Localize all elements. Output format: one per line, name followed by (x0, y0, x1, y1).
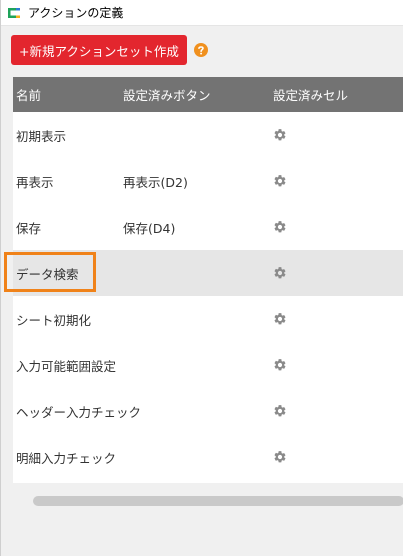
row-configured-cell (269, 128, 403, 142)
row-configured-button: 保存(D4) (123, 220, 176, 236)
row-name: 再表示 (16, 174, 54, 190)
table-row[interactable]: 初期表示 (13, 112, 403, 158)
table-row[interactable]: ヘッダー入力チェック (13, 388, 403, 434)
row-name: データ検索 (16, 266, 79, 282)
table-row[interactable]: 明細入力チェック (13, 434, 403, 480)
row-configured-cell (269, 404, 403, 418)
toolbar: +新規アクションセット作成 (11, 35, 208, 65)
row-name: シート初期化 (16, 312, 92, 328)
column-header-configured-cells[interactable]: 設定済みセル (269, 85, 403, 104)
row-name: 保存 (16, 220, 42, 236)
title-bar: アクションの定義 (1, 0, 403, 26)
action-set-grid: 名前 設定済みボタン 設定済みセル 初期表示再表示 再表示(D2) 保存 保存(D4)… (13, 77, 403, 483)
table-row[interactable]: データ検索 (13, 250, 403, 296)
row-name: 明細入力チェック (16, 450, 117, 466)
row-configured-cell (269, 312, 403, 326)
table-row[interactable]: シート初期化 (13, 296, 403, 342)
app-logo-icon (8, 7, 20, 18)
help-circle-icon[interactable] (193, 43, 208, 57)
grid-body: 初期表示再表示 再表示(D2) 保存 保存(D4) データ検索シート初期化入力可能範囲設… (13, 112, 403, 480)
gear-icon[interactable] (273, 312, 287, 326)
horizontal-scrollbar-thumb[interactable] (33, 496, 403, 506)
row-configured-cell (269, 220, 403, 234)
row-configured-cell (269, 266, 403, 280)
row-name: 入力可能範囲設定 (16, 358, 117, 374)
row-configured-cell (269, 174, 403, 188)
table-row[interactable]: 入力可能範囲設定 (13, 342, 403, 388)
gear-icon[interactable] (273, 220, 287, 234)
row-configured-button: 再表示(D2) (123, 174, 188, 190)
window-title: アクションの定義 (28, 6, 124, 20)
row-configured-cell (269, 358, 403, 372)
gear-icon[interactable] (273, 266, 287, 280)
gear-icon[interactable] (273, 404, 287, 418)
gear-icon[interactable] (273, 358, 287, 372)
table-row[interactable]: 再表示 再表示(D2) (13, 158, 403, 204)
row-name: 初期表示 (16, 128, 67, 144)
new-action-set-button[interactable]: +新規アクションセット作成 (11, 35, 187, 65)
row-name: ヘッダー入力チェック (16, 404, 142, 420)
column-header-configured-buttons[interactable]: 設定済みボタン (121, 85, 269, 104)
gear-icon[interactable] (273, 128, 287, 142)
grid-header: 名前 設定済みボタン 設定済みセル (13, 77, 403, 112)
gear-icon[interactable] (273, 174, 287, 188)
gear-icon[interactable] (273, 450, 287, 464)
column-header-name[interactable]: 名前 (13, 85, 121, 104)
action-definition-window: アクションの定義 +新規アクションセット作成 名前 設定済みボタン 設定済みセル… (0, 0, 403, 556)
horizontal-scrollbar[interactable] (13, 494, 403, 508)
table-row[interactable]: 保存 保存(D4) (13, 204, 403, 250)
row-configured-cell (269, 450, 403, 464)
